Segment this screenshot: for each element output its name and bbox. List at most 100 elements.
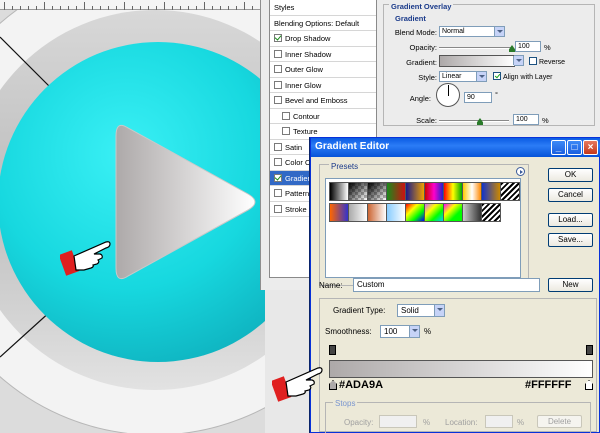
style-label: Style:: [418, 73, 437, 82]
stop-opacity-input[interactable]: [379, 415, 417, 428]
smoothness-label: Smoothness:: [325, 327, 372, 336]
preset-swatch[interactable]: [462, 182, 482, 201]
styles-list-item[interactable]: Blending Options: Default: [270, 15, 376, 31]
blend-mode-select[interactable]: Normal: [439, 26, 505, 37]
style-checkbox[interactable]: [282, 127, 290, 135]
preset-swatch[interactable]: [481, 182, 501, 201]
style-checkbox[interactable]: [274, 96, 282, 104]
close-button[interactable]: ×: [583, 140, 598, 155]
styles-list-item[interactable]: Inner Shadow: [270, 47, 376, 62]
chevron-down-icon[interactable]: [513, 56, 523, 65]
align-with-layer-checkbox[interactable]: Align with Layer: [493, 72, 552, 81]
style-checkbox[interactable]: [274, 80, 282, 89]
preset-swatch[interactable]: [405, 203, 425, 222]
style-select[interactable]: Linear: [439, 71, 487, 82]
ok-button[interactable]: OK: [548, 168, 593, 182]
reverse-checkbox-box[interactable]: [529, 57, 537, 65]
chevron-down-icon[interactable]: [494, 27, 504, 36]
scale-input[interactable]: 100: [513, 114, 539, 125]
ruler-tick: [124, 2, 125, 10]
preset-swatch[interactable]: [443, 203, 463, 222]
stops-label: Stops: [333, 399, 358, 408]
style-checkbox[interactable]: [274, 173, 282, 182]
preset-swatch[interactable]: [424, 182, 444, 201]
gradient-label: Gradient:: [406, 58, 437, 67]
styles-list-item-label: Inner Glow: [285, 80, 322, 90]
style-checkbox[interactable]: [274, 142, 282, 151]
align-checkbox-box[interactable]: [493, 72, 501, 80]
blend-mode-value: Normal: [442, 28, 465, 35]
gradient-type-select[interactable]: Solid: [397, 304, 445, 317]
save-button[interactable]: Save...: [548, 233, 593, 247]
name-input[interactable]: Custom: [353, 278, 540, 292]
style-checkbox[interactable]: [274, 34, 282, 42]
preset-swatch[interactable]: [329, 182, 349, 201]
styles-list-item-label: Contour: [293, 111, 320, 121]
gradient-preview-swatch[interactable]: [439, 55, 515, 67]
preset-swatch[interactable]: [500, 182, 520, 201]
smoothness-input[interactable]: 100: [380, 325, 420, 338]
chevron-down-icon[interactable]: [409, 326, 419, 337]
document-canvas[interactable]: [0, 0, 265, 433]
styles-list-item[interactable]: Bevel and Emboss: [270, 93, 376, 109]
preset-swatch[interactable]: [367, 182, 387, 201]
styles-list-item-label: Texture: [293, 127, 318, 136]
screen: Styles Blending Options: Default Drop Shad…: [0, 0, 600, 433]
opacity-stop-right[interactable]: [586, 345, 593, 355]
styles-list-item[interactable]: Inner Glow: [270, 78, 376, 93]
opacity-slider[interactable]: [439, 47, 513, 49]
stop-location-label: Location:: [445, 418, 478, 427]
preset-swatch[interactable]: [348, 203, 368, 222]
presets-menu-icon[interactable]: [516, 167, 525, 176]
maximize-button[interactable]: □: [567, 140, 582, 155]
preset-swatch[interactable]: [481, 203, 501, 222]
minimize-button[interactable]: _: [551, 140, 566, 155]
cancel-button[interactable]: Cancel: [548, 188, 593, 202]
chevron-down-icon[interactable]: [476, 72, 486, 81]
gradient-section-title: Gradient: [395, 14, 426, 23]
align-label: Align with Layer: [503, 74, 553, 81]
style-checkbox[interactable]: [274, 189, 282, 197]
styles-list-item[interactable]: Drop Shadow: [270, 31, 376, 47]
left-color-hex-label: #ADA9A: [339, 379, 384, 391]
gradient-picker-dropdown[interactable]: [513, 55, 524, 66]
gradient-bar[interactable]: [329, 360, 593, 378]
preset-swatch[interactable]: [386, 182, 406, 201]
stop-location-input[interactable]: [485, 415, 513, 428]
dialog-titlebar[interactable]: Gradient Editor _ □ ×: [311, 138, 600, 157]
scale-unit: %: [542, 116, 549, 125]
style-checkbox[interactable]: [274, 204, 282, 213]
angle-input[interactable]: 90: [464, 92, 492, 103]
angle-dial[interactable]: [436, 83, 460, 107]
preset-swatch[interactable]: [424, 203, 444, 222]
delete-stop-button[interactable]: Delete: [537, 415, 582, 428]
preset-swatch[interactable]: [348, 182, 368, 201]
preset-swatch[interactable]: [443, 182, 463, 201]
style-checkbox[interactable]: [274, 65, 282, 73]
ruler-tick: [84, 2, 85, 10]
opacity-stop-left[interactable]: [329, 345, 336, 355]
load-button[interactable]: Load...: [548, 213, 593, 227]
reverse-checkbox[interactable]: Reverse: [529, 57, 565, 66]
gradient-type-value: Solid: [401, 306, 419, 315]
styles-list-item[interactable]: Styles: [270, 0, 376, 16]
preset-swatch[interactable]: [329, 203, 349, 222]
scale-slider[interactable]: [439, 120, 509, 122]
styles-list-item[interactable]: Outer Glow: [270, 62, 376, 78]
new-button[interactable]: New: [548, 278, 593, 292]
ruler-tick: [244, 2, 245, 10]
presets-label: Presets: [329, 162, 361, 171]
style-checkbox[interactable]: [274, 158, 282, 166]
preset-swatch[interactable]: [462, 203, 482, 222]
style-checkbox[interactable]: [274, 49, 282, 58]
preset-swatch[interactable]: [386, 203, 406, 222]
opacity-input[interactable]: 100: [515, 41, 541, 52]
styles-list-item-label: Outer Glow: [285, 65, 323, 74]
styles-list-item[interactable]: Contour: [270, 109, 376, 124]
style-checkbox[interactable]: [282, 111, 290, 120]
ruler-tick: [164, 2, 165, 10]
chevron-down-icon[interactable]: [434, 305, 444, 316]
preset-swatch[interactable]: [367, 203, 387, 222]
preset-swatch[interactable]: [405, 182, 425, 201]
styles-list-item-label: Satin: [285, 142, 303, 152]
